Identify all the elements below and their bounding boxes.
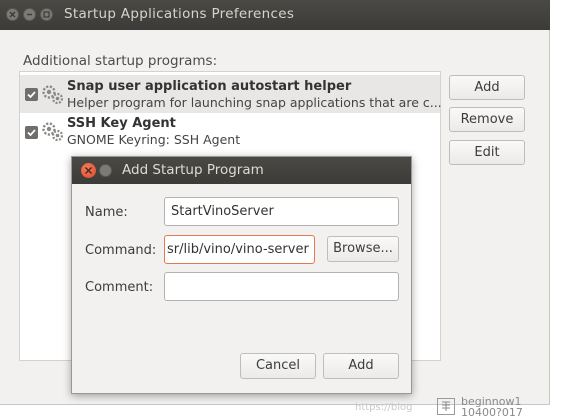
window-title: Startup Applications Preferences <box>64 6 295 22</box>
gears-icon <box>42 85 64 105</box>
program-subtitle: GNOME Keyring: SSH Agent <box>67 132 241 147</box>
list-item[interactable]: Snap user application autostart helper H… <box>20 75 442 113</box>
enabled-checkbox[interactable] <box>25 88 38 101</box>
comment-input[interactable] <box>164 272 399 301</box>
add-button[interactable]: Add <box>449 75 525 100</box>
minimize-icon[interactable] <box>23 8 36 21</box>
close-icon[interactable] <box>6 8 19 21</box>
window-titlebar: Startup Applications Preferences <box>0 0 550 30</box>
dialog-titlebar: Add Startup Program <box>72 157 411 184</box>
watermark-line2: 10400?017 <box>461 406 523 419</box>
watermark-url: https://blog <box>355 402 413 413</box>
name-input[interactable]: StartVinoServer <box>164 197 399 226</box>
cancel-button[interactable]: Cancel <box>240 353 316 379</box>
add-startup-program-dialog: Add Startup Program Name: StartVinoServe… <box>71 156 412 394</box>
watermark-logo-icon <box>437 398 455 415</box>
dialog-title: Add Startup Program <box>122 162 264 178</box>
browse-button[interactable]: Browse... <box>327 236 399 262</box>
enabled-checkbox[interactable] <box>25 126 38 139</box>
program-subtitle: Helper program for launching snap applic… <box>67 95 442 110</box>
minimize-icon[interactable] <box>99 164 112 177</box>
watermark-text: beginnow1 10400?017 <box>461 396 523 418</box>
program-title: SSH Key Agent <box>67 116 176 131</box>
list-item[interactable]: SSH Key Agent GNOME Keyring: SSH Agent <box>20 113 440 151</box>
remove-button[interactable]: Remove <box>449 107 525 132</box>
name-label: Name: <box>85 205 128 220</box>
close-icon[interactable] <box>81 163 96 178</box>
command-label: Command: <box>85 243 157 258</box>
dialog-add-button[interactable]: Add <box>323 353 399 379</box>
maximize-icon[interactable] <box>40 8 53 21</box>
comment-label: Comment: <box>85 280 154 295</box>
program-title: Snap user application autostart helper <box>67 79 352 94</box>
edit-button[interactable]: Edit <box>449 140 525 165</box>
gears-icon <box>42 122 64 142</box>
command-input[interactable]: sr/lib/vino/vino-server <box>164 235 315 264</box>
section-label: Additional startup programs: <box>23 53 218 69</box>
